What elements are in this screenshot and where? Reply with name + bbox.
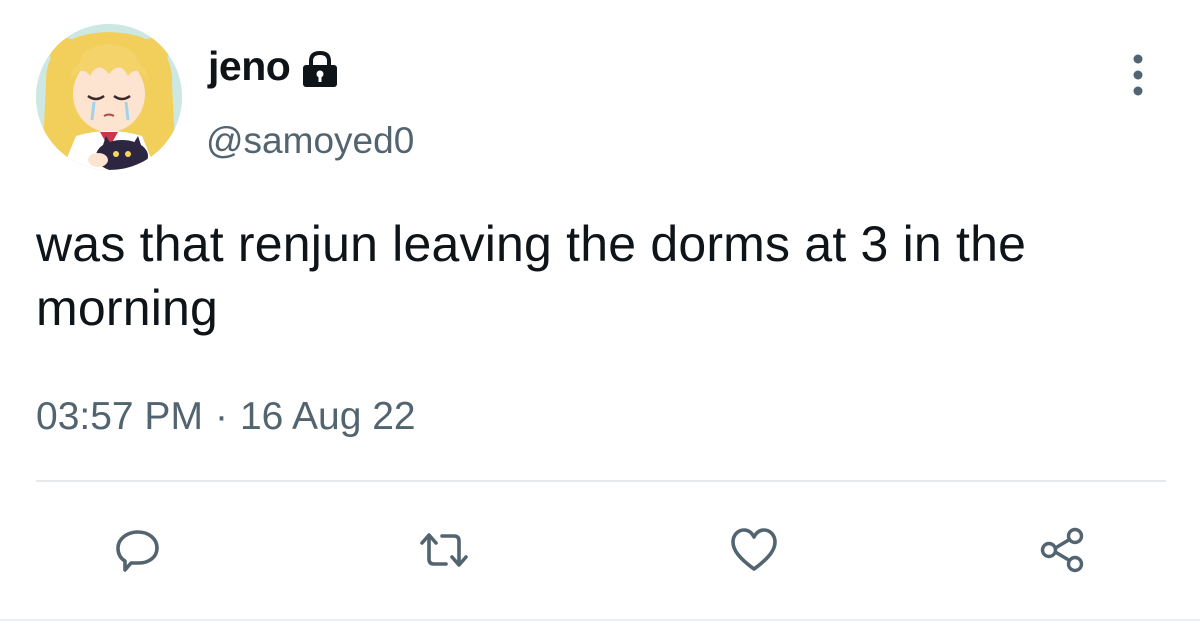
tweet-time: 03:57 PM — [36, 395, 203, 438]
user-name-row: jeno — [208, 40, 340, 92]
tweet-text: was that renjun leaving the dorms at 3 i… — [36, 216, 1027, 336]
like-button[interactable] — [724, 520, 784, 580]
lock-icon — [300, 50, 340, 88]
more-options-button[interactable] — [1118, 50, 1158, 100]
display-name[interactable]: jeno — [208, 43, 291, 90]
bottom-divider — [0, 619, 1200, 621]
share-button[interactable] — [1032, 520, 1092, 580]
user-handle[interactable]: @samoyed0 — [206, 120, 414, 162]
timestamp-separator: · — [214, 395, 228, 438]
tweet-timestamp[interactable]: 03:57 PM · 16 Aug 22 — [36, 395, 416, 439]
reply-button[interactable] — [108, 520, 168, 580]
retweet-button[interactable] — [414, 520, 474, 580]
tweet-date: 16 Aug 22 — [239, 395, 416, 438]
more-vertical-icon — [1133, 54, 1143, 96]
tweet-card: jeno @samoyed0 was that renjun leaving t… — [0, 0, 1200, 638]
heart-icon — [731, 528, 777, 571]
reply-icon — [116, 530, 159, 572]
divider — [36, 480, 1166, 482]
retweet-icon — [420, 533, 468, 567]
anime-avatar-image — [36, 24, 182, 170]
avatar[interactable] — [36, 24, 182, 170]
share-icon — [1040, 527, 1084, 573]
